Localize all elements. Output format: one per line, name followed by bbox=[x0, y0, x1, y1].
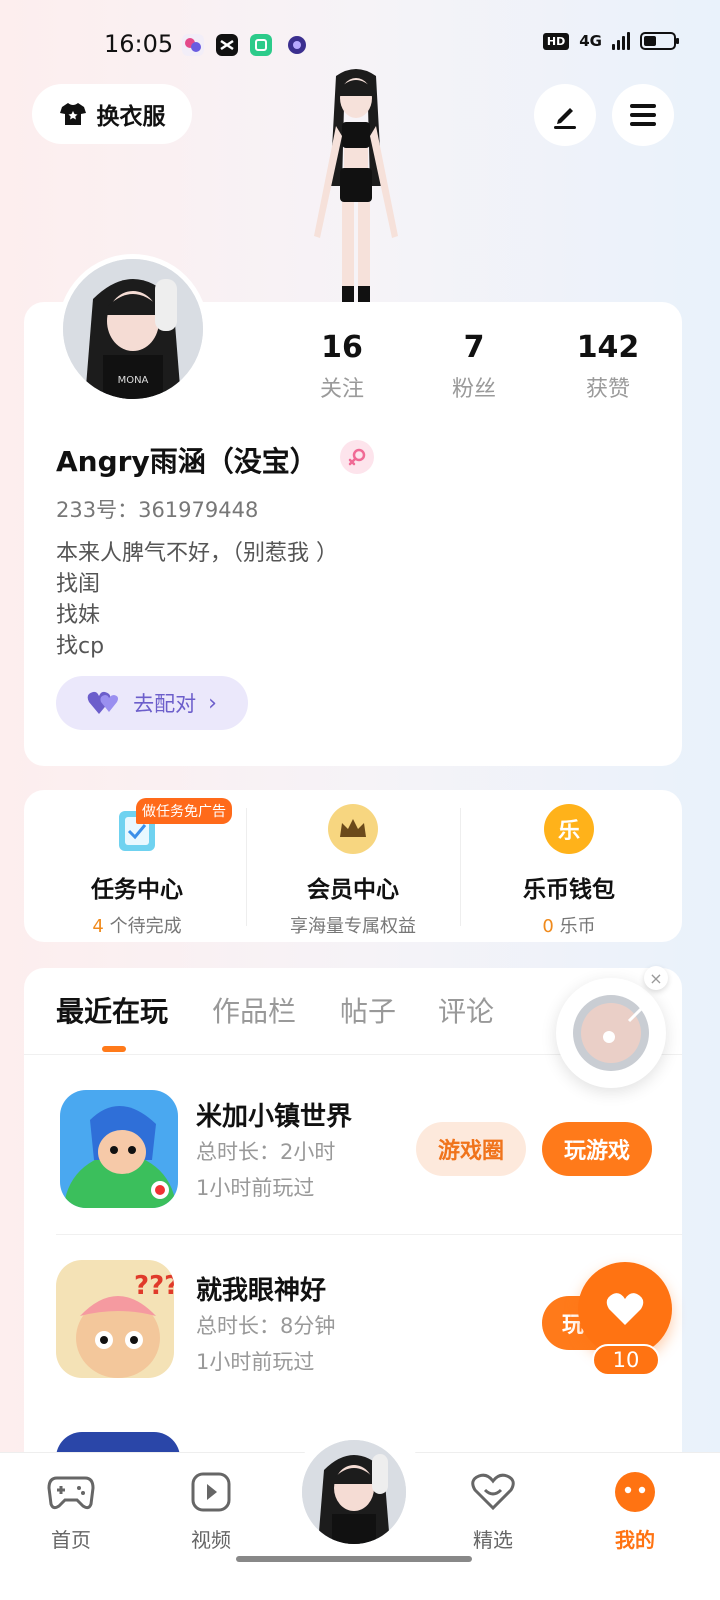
bio-line: 找cp bbox=[56, 634, 105, 659]
match-label: 去配对 bbox=[133, 692, 197, 716]
coin-icon: 乐 bbox=[544, 804, 594, 854]
coin-glyph: 乐 bbox=[557, 819, 580, 844]
coin-wallet-subtitle: 0 乐币 bbox=[542, 916, 596, 937]
notification-app-icon bbox=[182, 34, 204, 56]
heart-outline-icon bbox=[471, 1473, 515, 1511]
nav-label: 视频 bbox=[191, 1528, 231, 1552]
heart-icon bbox=[606, 1293, 644, 1325]
game-last-played: 1小时前玩过 bbox=[196, 1350, 315, 1374]
tab-comments[interactable]: 评论 bbox=[438, 990, 494, 1030]
status-indicators: HD 4G bbox=[542, 32, 679, 50]
tab-posts[interactable]: 帖子 bbox=[340, 990, 396, 1030]
bio-line: 找妹 bbox=[56, 603, 101, 628]
change-outfit-label: 换衣服 bbox=[96, 104, 166, 130]
bio-line: 本来人脾气不好，（别惹我 ） bbox=[56, 541, 338, 566]
user-id: 233号：361979448 bbox=[56, 498, 259, 522]
game-circle-button[interactable]: 游戏圈 bbox=[416, 1122, 526, 1176]
game-title: 米加小镇世界 bbox=[196, 1102, 353, 1132]
change-outfit-button[interactable]: 换衣服 bbox=[32, 84, 192, 144]
like-count: 10 bbox=[592, 1344, 660, 1376]
close-icon[interactable]: × bbox=[644, 966, 668, 990]
tab-recent[interactable]: 最近在玩 bbox=[56, 990, 168, 1030]
coin-wallet[interactable]: 乐 乐币钱包 0 乐币 bbox=[464, 798, 674, 938]
vip-center[interactable]: 会员中心 享海量专属权益 bbox=[248, 798, 458, 938]
nav-center-avatar[interactable] bbox=[298, 1436, 410, 1548]
network-label: 4G bbox=[579, 32, 602, 50]
shirt-icon bbox=[59, 103, 86, 125]
play-game-button[interactable]: 玩游戏 bbox=[542, 1122, 652, 1176]
task-center-subtitle: 4 个待完成 bbox=[92, 916, 182, 937]
nav-label: 我的 bbox=[615, 1528, 655, 1552]
nav-featured[interactable]: 精选 bbox=[448, 1472, 538, 1553]
profile-avatar[interactable]: MONA bbox=[58, 254, 208, 404]
row-divider bbox=[56, 1234, 682, 1235]
svg-text:???: ??? bbox=[134, 1271, 174, 1301]
task-ad-badge: 做任务免广告 bbox=[136, 798, 232, 824]
stat-following[interactable]: 16 关注 bbox=[282, 330, 402, 403]
profile-name: Angry雨涵（没宝） bbox=[56, 445, 318, 478]
floating-audio-widget[interactable] bbox=[556, 978, 666, 1088]
task-center-title: 任务中心 bbox=[91, 877, 183, 903]
menu-button[interactable] bbox=[612, 84, 674, 146]
notification-app-icon-purple bbox=[286, 34, 308, 56]
nav-home[interactable]: 首页 bbox=[26, 1472, 116, 1553]
divider bbox=[460, 808, 461, 926]
hd-badge: HD bbox=[542, 32, 570, 50]
smile-face-icon bbox=[615, 1472, 655, 1512]
tab-indicator bbox=[102, 1046, 126, 1052]
like-button[interactable] bbox=[578, 1262, 672, 1356]
match-button[interactable]: 去配对 › bbox=[56, 676, 248, 730]
nav-video[interactable]: 视频 bbox=[166, 1472, 256, 1553]
bio-line: 找闺 bbox=[56, 572, 101, 597]
game-icon[interactable] bbox=[60, 1090, 178, 1208]
pen-icon bbox=[554, 108, 576, 129]
nav-label: 首页 bbox=[51, 1528, 91, 1552]
stat-value: 16 bbox=[321, 330, 363, 365]
stat-fans[interactable]: 7 粉丝 bbox=[414, 330, 534, 403]
home-indicator[interactable] bbox=[236, 1556, 472, 1562]
game-meta: 总时长：8分钟 1小时前玩过 bbox=[196, 1308, 335, 1380]
stat-label: 粉丝 bbox=[451, 377, 496, 402]
female-icon bbox=[340, 440, 374, 474]
svg-text:MONA: MONA bbox=[118, 375, 149, 386]
menu-icon bbox=[630, 104, 656, 126]
capcut-icon bbox=[216, 34, 238, 56]
hearts-icon bbox=[87, 691, 119, 714]
vip-center-title: 会员中心 bbox=[307, 877, 399, 903]
coin-wallet-title: 乐币钱包 bbox=[523, 877, 615, 903]
game-title: 就我眼神好 bbox=[196, 1276, 327, 1306]
game-duration: 总时长：2小时 bbox=[196, 1140, 336, 1164]
avatar-3d-figure[interactable] bbox=[296, 66, 416, 302]
crown-icon bbox=[328, 804, 378, 854]
profile-bio: 本来人脾气不好，（别惹我 ） 找闺 找妹 找cp bbox=[56, 538, 338, 662]
tab-works[interactable]: 作品栏 bbox=[212, 990, 296, 1030]
game-last-played: 1小时前玩过 bbox=[196, 1176, 315, 1200]
stat-value: 142 bbox=[576, 330, 640, 365]
stat-label: 获赞 bbox=[585, 377, 630, 402]
stat-likes[interactable]: 142 获赞 bbox=[548, 330, 668, 403]
battery-icon bbox=[640, 32, 679, 50]
video-icon bbox=[191, 1472, 231, 1512]
divider bbox=[246, 808, 247, 926]
vip-center-subtitle: 享海量专属权益 bbox=[290, 916, 416, 937]
signal-icon bbox=[612, 32, 630, 50]
status-time: 16:05 bbox=[104, 30, 174, 58]
game-duration: 总时长：8分钟 bbox=[196, 1314, 336, 1338]
chevron-right-icon: › bbox=[208, 690, 217, 716]
edit-profile-button[interactable] bbox=[534, 84, 596, 146]
game-icon[interactable]: ??? bbox=[56, 1260, 174, 1378]
game-meta: 总时长：2小时 1小时前玩过 bbox=[196, 1134, 335, 1206]
stat-value: 7 bbox=[463, 330, 485, 365]
notification-app-icon-green bbox=[250, 34, 272, 56]
gamepad-icon bbox=[47, 1476, 95, 1510]
stat-label: 关注 bbox=[319, 377, 364, 402]
nav-profile[interactable]: 我的 bbox=[590, 1472, 680, 1553]
nav-label: 精选 bbox=[473, 1528, 513, 1552]
